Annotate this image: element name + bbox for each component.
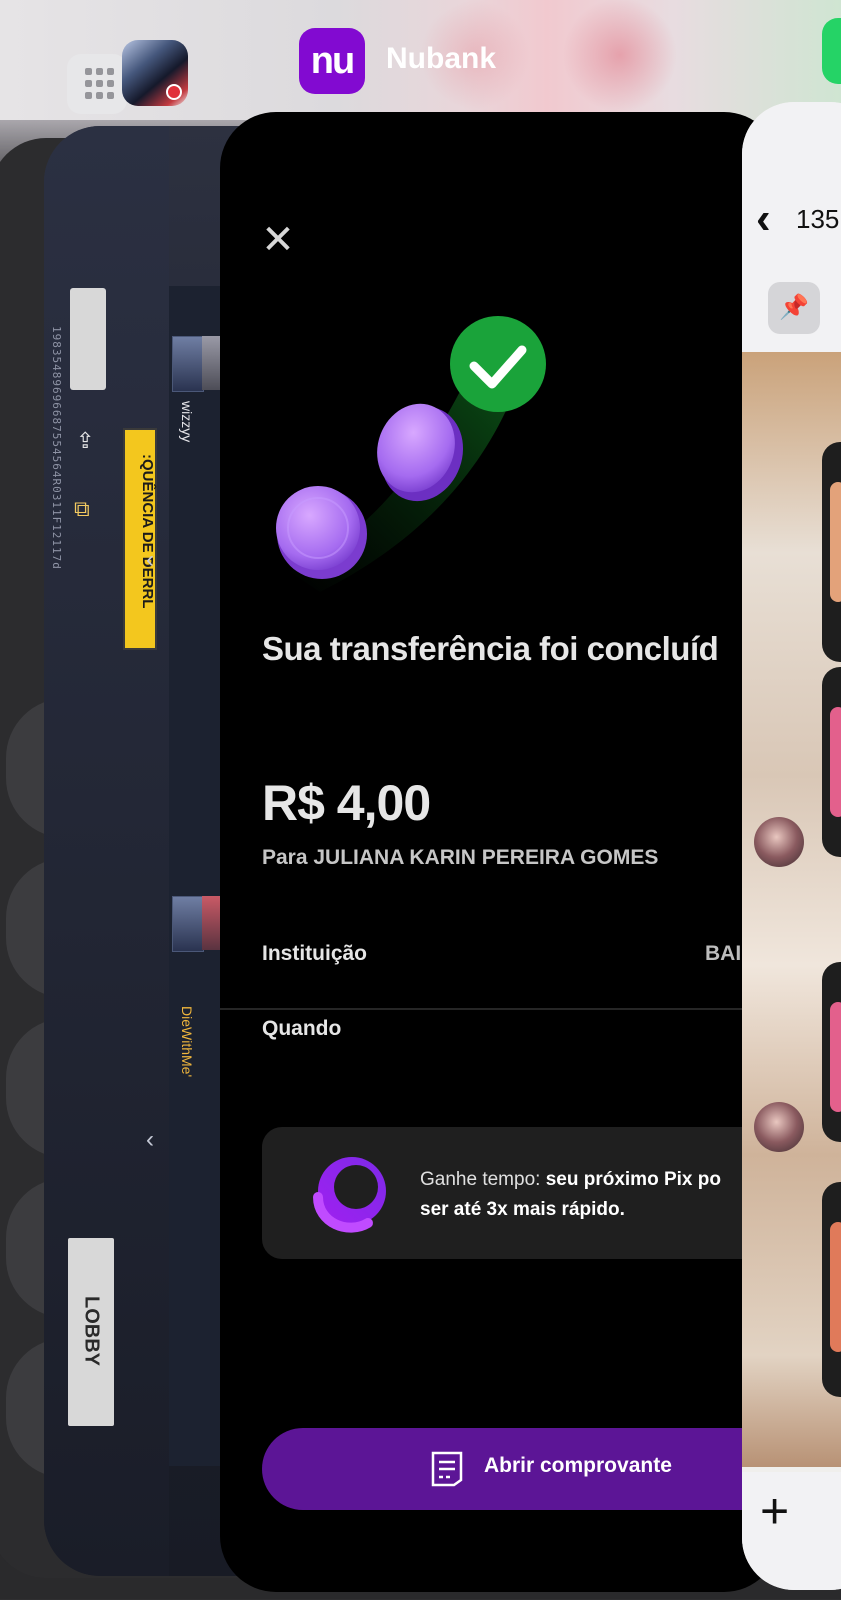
open-receipt-label: Abrir comprovante [484, 1454, 672, 1477]
nubank-app-card[interactable]: ✕ Sua transferência foi concluíd R$ 4,00… [220, 112, 780, 1592]
whatsapp-icon[interactable] [822, 18, 841, 84]
chat-composer [742, 1472, 841, 1590]
lobby-label: LOBBY [80, 1296, 103, 1366]
nubank-icon-text: nu [310, 39, 355, 82]
plus-icon[interactable]: + [760, 1482, 789, 1540]
transfer-success-illustration [276, 316, 546, 592]
message-bubble[interactable] [822, 442, 841, 662]
institution-value: BAI [705, 942, 742, 965]
upload-icon[interactable]: ⇪ [76, 428, 94, 454]
chevron-left-icon[interactable]: ‹ [146, 1126, 154, 1154]
receipt-icon [431, 1451, 463, 1487]
back-icon[interactable]: ‹ [756, 194, 771, 244]
player-avatar [202, 336, 222, 390]
avatar[interactable] [754, 817, 804, 867]
promo-text: Ganhe tempo: seu próximo Pix po ser até … [420, 1169, 721, 1220]
active-app-name: Nubank [386, 42, 497, 75]
leaderboard-button[interactable] [70, 288, 106, 390]
recipient-name: Para JULIANA KARIN PEREIRA GOMES [262, 846, 659, 869]
pin-icon[interactable]: 📌 [768, 282, 820, 334]
chevron-left-icon[interactable]: ‹ [146, 546, 154, 574]
game-id-text: 19835489696687554564R0311F12117d [50, 326, 63, 570]
blurred-background [560, 0, 680, 110]
share-icon[interactable]: ⧉ [74, 496, 90, 522]
date-label: Quando [262, 1017, 342, 1040]
close-icon[interactable]: ✕ [260, 220, 296, 260]
message-bubble[interactable] [822, 1182, 841, 1397]
message-bubble[interactable] [822, 962, 841, 1142]
player-avatar [172, 896, 204, 952]
institution-label: Instituição [262, 942, 368, 965]
success-title: Sua transferência foi concluíd [262, 630, 719, 667]
divider [220, 1008, 780, 1010]
avatar[interactable] [754, 1102, 804, 1152]
pix-promo-card[interactable]: Ganhe tempo: seu próximo Pix po ser até … [262, 1127, 780, 1259]
player-name: wizzyy [179, 401, 195, 443]
unread-count: 135 [796, 204, 840, 234]
free-fire-icon[interactable] [122, 40, 188, 106]
mode-banner-text: :QUÊNCIA DE DERRL [139, 454, 156, 609]
message-bubble[interactable] [822, 667, 841, 857]
calculator-icon[interactable] [67, 54, 127, 114]
badge-icon [166, 84, 182, 100]
player-avatar [202, 896, 222, 950]
chat-app-card[interactable]: ‹ 135 📌 + [742, 102, 841, 1590]
open-receipt-button[interactable]: Abrir comprovante [262, 1428, 780, 1510]
nubank-icon[interactable]: nu [299, 28, 365, 94]
player-name: DieWithMe' [179, 1006, 195, 1078]
transfer-amount: R$ 4,00 [262, 775, 431, 831]
pix-logo-icon [313, 1157, 386, 1233]
player-avatar [172, 336, 204, 392]
